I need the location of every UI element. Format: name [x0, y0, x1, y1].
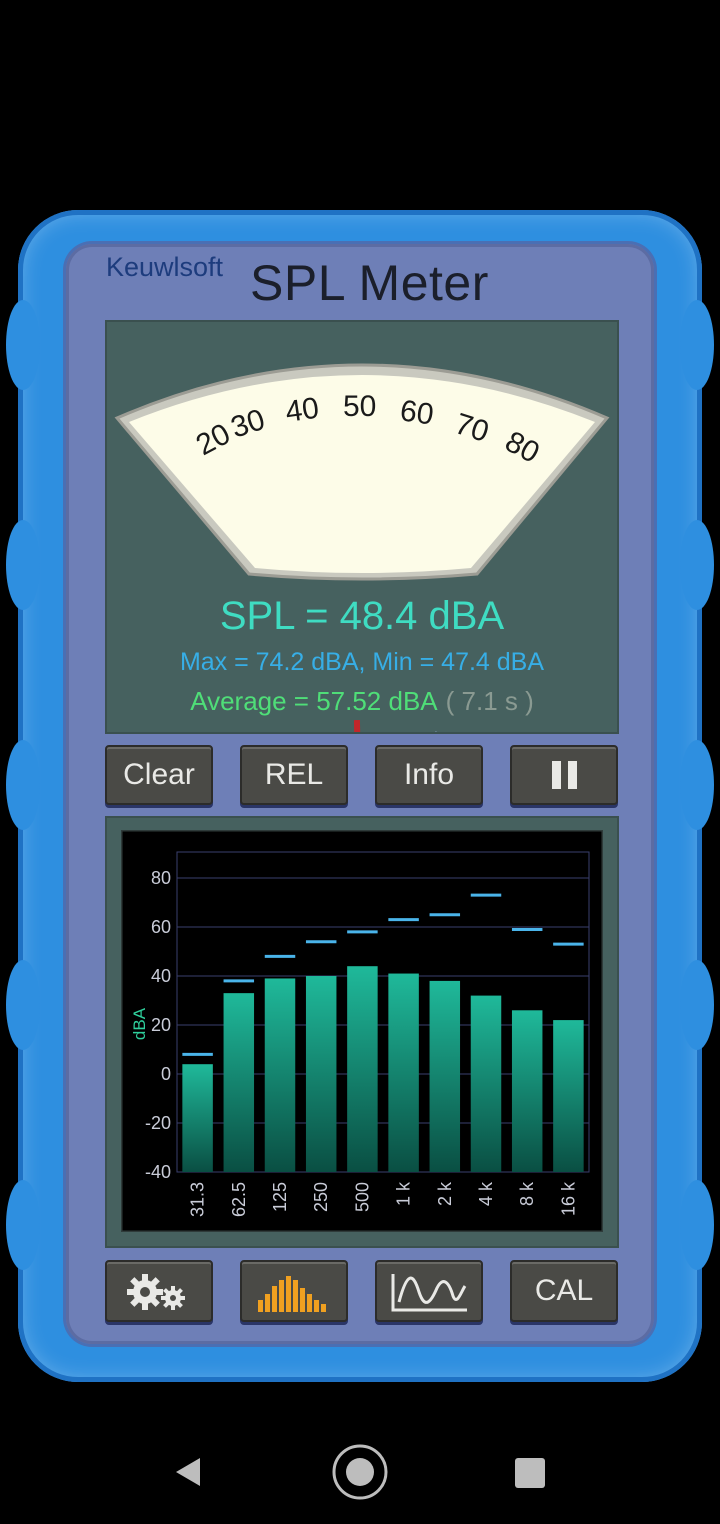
- graph-button[interactable]: [375, 1260, 483, 1322]
- shell-bump: [680, 960, 714, 1050]
- maxmin-readout: Max = 74.2 dBA, Min = 47.4 dBA: [179, 648, 545, 676]
- clear-button[interactable]: Clear: [105, 745, 213, 805]
- meter-needle: [353, 719, 361, 732]
- info-button[interactable]: Info: [375, 745, 483, 805]
- y-tick-label: 80: [151, 868, 171, 888]
- back-icon[interactable]: [176, 1458, 200, 1486]
- scale-label: 60: [398, 394, 436, 431]
- y-axis-label: dBA: [130, 1007, 149, 1040]
- x-tick-label: 250: [311, 1182, 331, 1212]
- spectrum-bar: [182, 1064, 213, 1172]
- spectrum-bar: [429, 980, 461, 1172]
- pause-icon: [552, 761, 577, 789]
- x-tick-label: 125: [270, 1182, 290, 1212]
- spectrum-bar: [347, 966, 378, 1172]
- shell-bump: [6, 960, 40, 1050]
- shell-bump: [680, 1180, 714, 1270]
- settings-button[interactable]: [105, 1260, 213, 1322]
- scale-label: 40: [283, 392, 321, 429]
- spectrum-bar: [305, 976, 337, 1172]
- pause-button[interactable]: [510, 745, 618, 805]
- x-tick-label: 62.5: [229, 1182, 249, 1217]
- gears-icon: [127, 1274, 185, 1310]
- average-value: Average = 57.52 dBA: [190, 686, 438, 716]
- shell-bump: [6, 1180, 40, 1270]
- x-tick-label: 2 k: [435, 1181, 455, 1206]
- meter-panel: 20 30 40 50 60 70 80 SPL = 48.4 dBA Max …: [105, 320, 619, 734]
- shell-bump: [680, 520, 714, 610]
- y-tick-label: 60: [151, 917, 171, 937]
- spectrum-chart: 80 60 40 20 0 -20 -40 dBA 31.3 62.5 125 250 500 1 k…: [121, 830, 603, 1232]
- x-tick-label: 31.3: [188, 1182, 208, 1217]
- average-readout: Average = 57.52 dBA( 7.1 s ): [107, 686, 617, 717]
- rel-button[interactable]: REL: [240, 745, 348, 805]
- spl-readout: SPL = 48.4 dBA: [219, 594, 505, 638]
- shell-bump: [6, 740, 40, 830]
- x-tick-label: 8 k: [517, 1181, 537, 1206]
- spectrum-chart-panel: 80 60 40 20 0 -20 -40 dBA 31.3 62.5 125 250 500 1 k…: [105, 816, 619, 1248]
- recents-icon[interactable]: [515, 1458, 545, 1488]
- shell-bump: [6, 520, 40, 610]
- home-icon-dot: [346, 1458, 374, 1486]
- brand-label: Keuwlsoft: [106, 252, 224, 282]
- bar-spectrum-icon: [258, 1276, 326, 1312]
- spectrum-bar: [511, 1010, 543, 1172]
- app-title: SPL Meter: [250, 255, 489, 311]
- y-tick-label: 0: [161, 1064, 171, 1084]
- cal-button[interactable]: CAL: [510, 1260, 618, 1322]
- y-tick-label: 20: [151, 1015, 171, 1035]
- line-graph-icon: [391, 1274, 467, 1312]
- spectrum-bar: [553, 1020, 584, 1172]
- spectrum-bar: [470, 995, 502, 1172]
- scale-label: 50: [343, 390, 376, 423]
- x-tick-label: 4 k: [476, 1181, 496, 1206]
- y-tick-label: 40: [151, 966, 171, 986]
- x-tick-label: 1 k: [394, 1181, 414, 1206]
- average-duration: ( 7.1 s ): [445, 686, 534, 716]
- navigation-bar: [0, 1420, 720, 1520]
- spectrum-bar: [388, 973, 419, 1172]
- spectrum-bar: [264, 978, 296, 1172]
- spectrum-bar: [223, 993, 255, 1172]
- shell-bump: [680, 740, 714, 830]
- shell-bump: [6, 300, 40, 390]
- y-tick-label: -20: [145, 1113, 171, 1133]
- shell-bump: [680, 300, 714, 390]
- spectrum-button[interactable]: [240, 1260, 348, 1322]
- x-tick-label: 500: [352, 1182, 372, 1212]
- x-tick-label: 16 k: [558, 1181, 578, 1216]
- y-tick-label: -40: [145, 1162, 171, 1182]
